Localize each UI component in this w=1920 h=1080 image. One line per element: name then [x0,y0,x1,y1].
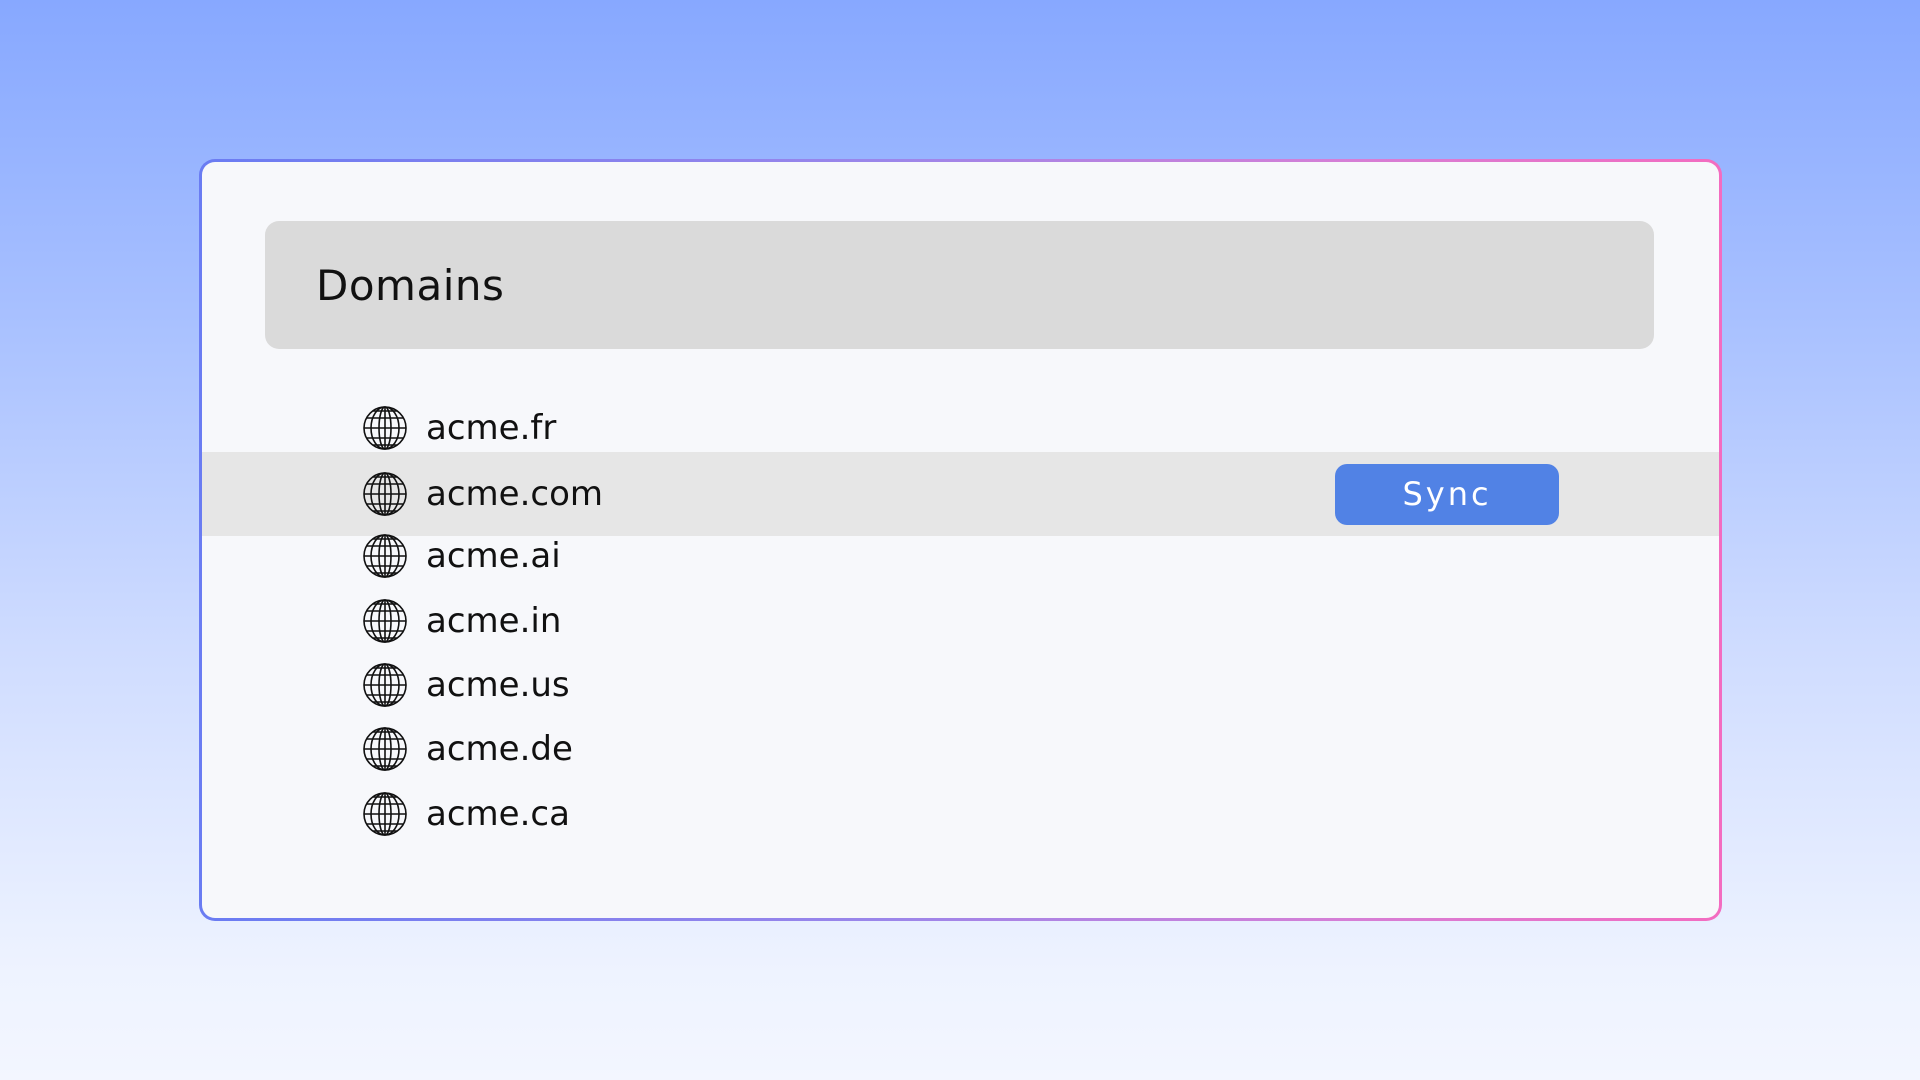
globe-icon [363,472,407,517]
domain-label: acme.fr [426,408,557,449]
domain-label: acme.in [426,600,562,641]
domain-item-acme-ai[interactable]: acme.ai [202,524,1719,588]
page-title: Domains [316,260,505,310]
domain-item-acme-us[interactable]: acme.us [202,653,1719,717]
domain-label: acme.ca [426,793,570,834]
panel-header: Domains [265,221,1654,349]
domain-label: acme.de [426,729,573,770]
globe-icon [363,791,407,836]
domains-panel: Domains acme.fr acme.com Sync acme.ai ac… [202,162,1719,918]
domain-label: acme.us [426,665,570,706]
domain-label: acme.com [426,474,603,515]
domain-list: acme.fr acme.com Sync acme.ai acme.in ac… [202,396,1719,846]
sync-button[interactable]: Sync [1335,463,1559,525]
domain-item-acme-de[interactable]: acme.de [202,717,1719,781]
globe-icon [363,406,407,450]
domain-item-acme-ca[interactable]: acme.ca [202,781,1719,845]
domain-item-acme-in[interactable]: acme.in [202,589,1719,653]
panel-frame: Domains acme.fr acme.com Sync acme.ai ac… [199,159,1722,921]
globe-icon [363,727,407,772]
globe-icon [363,598,407,643]
domain-label: acme.ai [426,536,561,577]
globe-icon [363,663,407,707]
domain-item-acme-fr[interactable]: acme.fr [202,396,1719,460]
globe-icon [363,534,407,579]
